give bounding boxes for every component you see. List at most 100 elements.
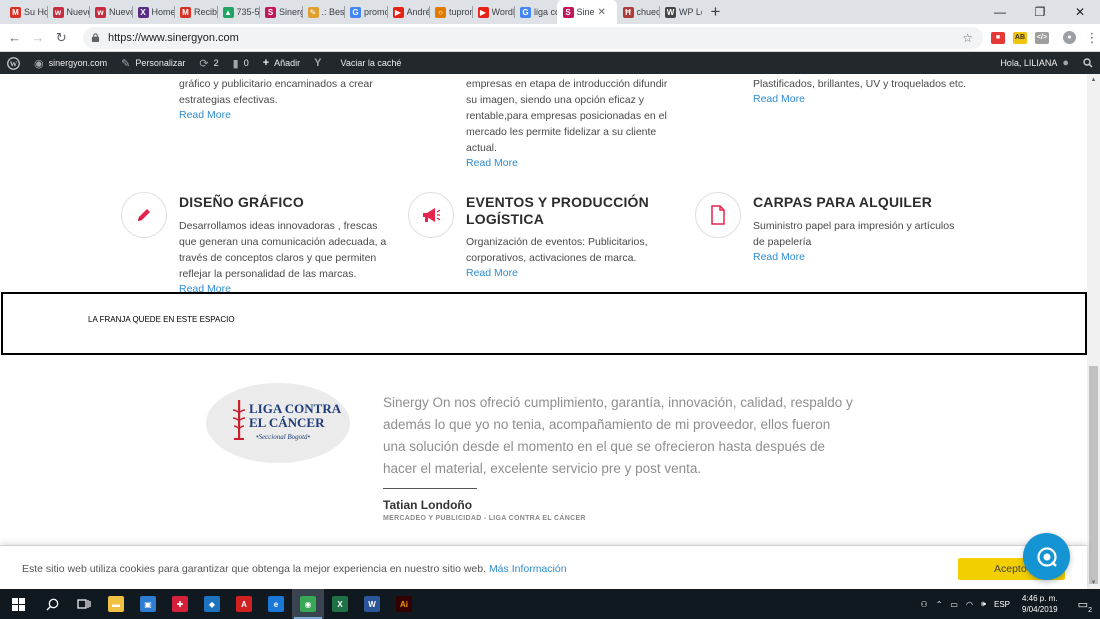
wix-icon: w (52, 6, 64, 18)
tab-title: Home (151, 7, 175, 17)
browser-tab[interactable]: wNuevo (89, 0, 132, 24)
tab-title: Recibid (194, 7, 217, 17)
taskbar-app-button[interactable]: ◆ (196, 589, 228, 619)
reload-button[interactable]: ↻ (50, 25, 73, 51)
minimize-button[interactable]: — (980, 0, 1020, 24)
start-button[interactable] (0, 589, 36, 619)
admin-clear-cache-link[interactable]: Vaciar la caché (334, 52, 409, 74)
read-more-link[interactable]: Read More (466, 157, 518, 169)
close-window-button[interactable]: ✕ (1060, 0, 1100, 24)
admin-customize-link[interactable]: ✎ Personalizar (114, 52, 192, 74)
admin-search-button[interactable] (1076, 52, 1100, 74)
tray-chevron-icon[interactable]: ⌃ (932, 600, 947, 609)
admin-updates-link[interactable]: ⟳ 2 (192, 52, 225, 74)
back-button[interactable]: ← (3, 25, 26, 51)
admin-comments-link[interactable]: ▮ 0 (226, 52, 256, 74)
taskbar-app-button[interactable]: ▬ (100, 589, 132, 619)
volume-icon[interactable]: 🕪 (977, 599, 990, 609)
task-view-button[interactable] (68, 589, 100, 619)
chat-widget-button[interactable] (1023, 533, 1070, 580)
sword-logo-icon (232, 400, 246, 440)
extension-red-icon[interactable]: ■ (990, 31, 1005, 44)
taskbar-app-button[interactable]: X (324, 589, 356, 619)
extension-code-icon[interactable]: </> (1034, 31, 1049, 44)
taskbar-app-button[interactable]: ▣ (132, 589, 164, 619)
browser-tab[interactable]: WWP Log (659, 0, 702, 24)
scroll-down-arrow-icon[interactable]: ▼ (1087, 577, 1100, 589)
taskbar-search-button[interactable] (36, 589, 68, 619)
browser-tab[interactable]: ✎.: Best S (301, 0, 344, 24)
admin-account-link[interactable]: Hola, LILIANA ● (993, 52, 1076, 74)
tab-list: MSu HostwNuevowNuevoXHomeMRecibid▲735-59… (0, 0, 702, 24)
browser-tab[interactable]: ▶Andrés (386, 0, 429, 24)
extension-yellow-icon[interactable]: AB (1012, 31, 1027, 44)
profile-avatar-icon[interactable]: ● (1062, 31, 1076, 44)
logo-line1: LIGA CONTRA (249, 401, 342, 416)
browser-tab[interactable]: Gpromoc (344, 0, 387, 24)
admin-add-new-link[interactable]: + Añadir (256, 52, 307, 74)
taskbar-app-button[interactable]: ◉ (292, 589, 324, 619)
quote-divider (383, 488, 477, 489)
address-bar[interactable]: https://www.sinergyon.com ☆ (82, 26, 983, 49)
scroll-up-arrow-icon[interactable]: ▲ (1087, 74, 1100, 86)
browser-tab[interactable]: ▲735-59 (216, 0, 259, 24)
forward-button[interactable]: → (26, 25, 49, 51)
browser-tab[interactable]: Gliga con (514, 0, 557, 24)
clock[interactable]: 4:46 p. m. 9/04/2019 (1014, 593, 1066, 615)
language-indicator[interactable]: ESP (990, 600, 1014, 609)
taskbar-app-button[interactable]: Ai (388, 589, 420, 619)
page-scrollbar[interactable]: ▲ ▼ (1087, 74, 1100, 589)
browser-tab[interactable]: ▶WordPr (471, 0, 515, 24)
browser-tab[interactable]: MSu Host (4, 0, 47, 24)
cookie-banner: Este sitio web utiliza cookies para gara… (0, 545, 1087, 589)
chueca-icon: Ħ (622, 6, 634, 18)
word-icon: W (364, 596, 380, 612)
service-text: Suministro papel para impresión y artícu… (753, 220, 955, 248)
plus-icon: + (262, 57, 270, 69)
admin-site-label: sinergyon.com (48, 58, 108, 68)
wordpress-logo-item[interactable]: W (0, 52, 27, 74)
new-tab-button[interactable]: + (704, 0, 728, 24)
sinergy-icon: S (562, 6, 574, 18)
taskbar-app-button[interactable]: ✚ (164, 589, 196, 619)
browser-tab[interactable]: Ħchueca (617, 0, 660, 24)
maximize-button[interactable]: ❐ (1020, 0, 1060, 24)
close-tab-icon[interactable]: ✕ (598, 7, 606, 18)
chrome-menu-icon[interactable]: ⋮ (1084, 25, 1100, 51)
notification-center-button[interactable]: ▭ 2 (1066, 598, 1100, 614)
read-more-link[interactable]: Read More (753, 251, 805, 263)
browser-tab[interactable]: MRecibid (174, 0, 217, 24)
brush-icon: ✎ (121, 57, 131, 70)
logo-subtitle: •Seccional Bogotá• (256, 433, 311, 441)
windows-logo-icon (11, 597, 25, 611)
extensions-area: ■ AB </> ● ⋮ (990, 25, 1100, 51)
people-icon[interactable]: ⚇ (917, 600, 932, 609)
search-icon (1083, 58, 1093, 68)
read-more-link[interactable]: Read More (466, 267, 518, 279)
taskbar-apps: ▬ ▣ ✚ ◆ Ae ◉ X W Ai (100, 589, 420, 619)
tray-app-icon[interactable]: ▭ (946, 600, 962, 609)
browser-tab[interactable]: ○tuprom (429, 0, 472, 24)
admin-yoast-link[interactable]: Y (307, 52, 333, 74)
browser-tab[interactable]: SSinergy (259, 0, 302, 24)
tab-title: WordPr (491, 7, 515, 17)
tab-title: chueca (636, 7, 660, 17)
read-more-link[interactable]: Read More (753, 93, 805, 105)
browser-tab[interactable]: wNuevo (46, 0, 89, 24)
browser-tab[interactable]: X Home (131, 0, 175, 24)
cookie-more-info-link[interactable]: Más Información (489, 563, 567, 575)
taskbar-app-button[interactable]: A (228, 589, 260, 619)
bookmark-star-icon[interactable]: ☆ (962, 31, 973, 45)
admin-site-link[interactable]: ◉ sinergyon.com (27, 52, 114, 74)
shield-app-icon: ◆ (204, 596, 220, 612)
wix-icon: w (95, 6, 106, 18)
scrollbar-thumb[interactable] (1089, 366, 1098, 584)
megaphone-icon (423, 208, 441, 222)
youtube-icon: ▶ (392, 6, 404, 18)
read-more-link[interactable]: Read More (179, 109, 231, 121)
taskbar-app-button[interactable]: e (260, 589, 292, 619)
chrome-icon: ◉ (300, 596, 316, 612)
wifi-icon[interactable]: ◠ (962, 600, 977, 609)
browser-tab[interactable]: S Sine ✕ (556, 0, 617, 24)
taskbar-app-button[interactable]: W (356, 589, 388, 619)
